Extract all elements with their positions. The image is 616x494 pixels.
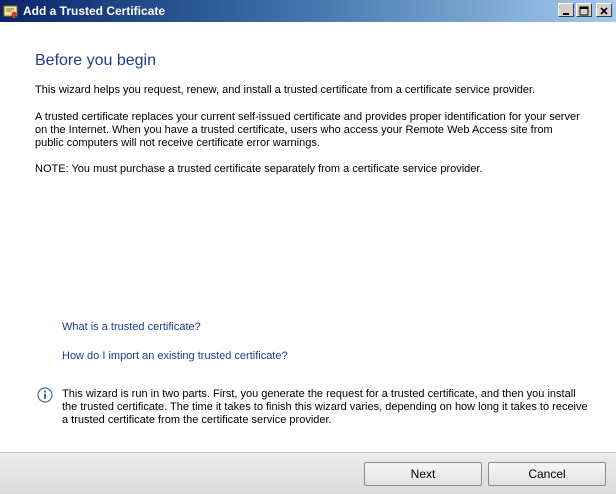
intro-paragraph: This wizard helps you request, renew, an… [35, 84, 536, 96]
import-existing-certificate-link[interactable]: How do I import an existing trusted cert… [62, 350, 288, 362]
page-title: Before you begin [35, 52, 156, 69]
maximize-button[interactable] [576, 3, 592, 17]
window-controls [558, 3, 612, 17]
description-paragraph: A trusted certificate replaces your curr… [35, 111, 580, 149]
close-icon [599, 1, 609, 20]
info-icon [37, 387, 53, 403]
title-bar[interactable]: Add a Trusted Certificate [0, 0, 616, 22]
maximize-icon [579, 1, 589, 20]
wizard-footer: Next Cancel [0, 452, 616, 494]
info-message: This wizard is run in two parts. First, … [62, 388, 588, 426]
wizard-window: Add a Trusted Certificate Before you beg… [0, 0, 616, 494]
close-button[interactable] [596, 3, 612, 17]
window-title: Add a Trusted Certificate [23, 4, 166, 18]
minimize-icon [561, 1, 571, 20]
wizard-content: Before you begin This wizard helps you r… [0, 22, 616, 452]
minimize-button[interactable] [558, 3, 574, 17]
what-is-trusted-certificate-link[interactable]: What is a trusted certificate? [62, 321, 201, 333]
certificate-icon [3, 3, 19, 19]
cancel-button[interactable]: Cancel [488, 462, 606, 486]
next-button[interactable]: Next [364, 462, 482, 486]
note-paragraph: NOTE: You must purchase a trusted certif… [35, 163, 483, 175]
